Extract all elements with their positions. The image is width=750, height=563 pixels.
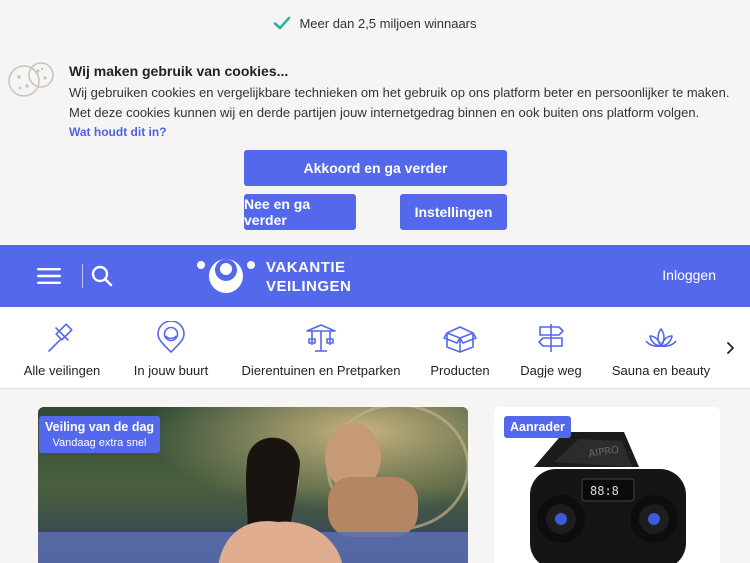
badge-title: Veiling van de dag (45, 420, 155, 434)
login-button[interactable]: Inloggen (662, 267, 716, 283)
recommended-badge: Aanrader (504, 416, 571, 438)
trust-bar: Meer dan 2,5 miljoen winnaars (0, 0, 750, 46)
category-label: Sauna en beauty (611, 363, 711, 378)
cookie-text: Wij gebruiken cookies en vergelijkbare t… (69, 85, 730, 120)
badge-subtitle: Vandaag extra snel (52, 437, 147, 449)
category-day-out[interactable]: Dagje weg (515, 307, 587, 389)
cookie-title: Wij maken gebruik van cookies... (69, 63, 289, 79)
decline-cookies-button[interactable]: Nee en ga verder (244, 194, 356, 230)
auction-feed: Veiling van de dag Vandaag extra snel AI… (0, 389, 750, 563)
signpost-icon (538, 324, 564, 352)
category-bar: Alle veilingen In jouw buurt Dierentuine… (0, 307, 750, 389)
search-icon[interactable] (91, 265, 113, 287)
category-all-auctions[interactable]: Alle veilingen (20, 307, 104, 389)
category-zoos-parks[interactable]: Dierentuinen en Pretparken (238, 307, 404, 389)
category-sauna-beauty[interactable]: Sauna en beauty (607, 307, 715, 389)
hamburger-menu-icon[interactable] (37, 267, 61, 285)
svg-text:88:8: 88:8 (590, 484, 619, 498)
deal-of-the-day-badge: Veiling van de dag Vandaag extra snel (39, 416, 161, 453)
cookie-icon (8, 62, 54, 97)
logo-line-2: VEILINGEN (266, 278, 352, 295)
gavel-icon (48, 323, 73, 352)
category-nearby[interactable]: In jouw buurt (128, 307, 214, 389)
cookie-banner: Wij maken gebruik van cookies... Wij geb… (0, 46, 750, 245)
carousel-icon (306, 324, 336, 352)
category-label: Dagje weg (520, 363, 582, 378)
box-icon (443, 326, 477, 353)
header-divider (82, 264, 83, 288)
category-products[interactable]: Producten (427, 307, 493, 389)
category-label: Dierentuinen en Pretparken (241, 363, 401, 378)
chevron-right-icon[interactable] (726, 341, 736, 355)
lotus-icon (645, 328, 677, 348)
category-label: In jouw buurt (133, 363, 209, 378)
accept-cookies-button[interactable]: Akkoord en ga verder (244, 150, 507, 186)
check-icon (274, 16, 291, 30)
trust-text: Meer dan 2,5 miljoen winnaars (299, 15, 477, 31)
logo-text[interactable]: VAKANTIE VEILINGEN (266, 258, 351, 296)
category-label: Producten (430, 363, 490, 378)
site-header: VAKANTIE VEILINGEN Inloggen (0, 245, 750, 307)
location-pin-icon (157, 321, 185, 354)
cookie-info-link[interactable]: Wat houdt dit in? (69, 125, 167, 139)
logo-line-1: VAKANTIE (266, 259, 346, 276)
logo-icon[interactable] (197, 257, 255, 295)
category-label: Alle veilingen (23, 363, 101, 378)
cookie-settings-button[interactable]: Instellingen (400, 194, 507, 230)
